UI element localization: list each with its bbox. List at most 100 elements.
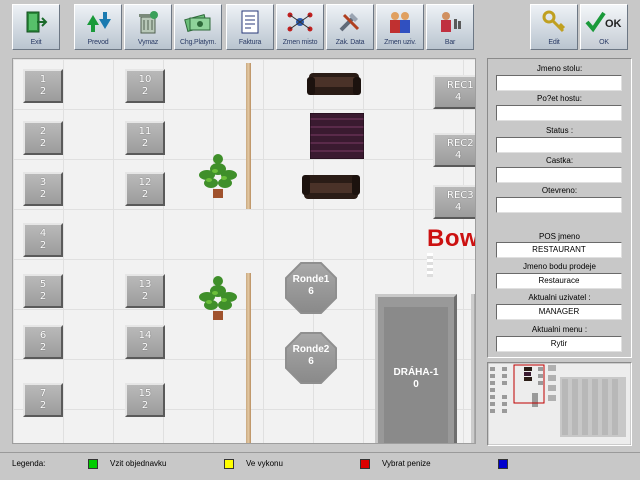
table-name: 3 bbox=[39, 177, 47, 188]
exit-door-icon bbox=[21, 8, 51, 36]
guest-count-field[interactable] bbox=[496, 105, 622, 121]
bar-button[interactable]: Bar bbox=[426, 4, 474, 50]
base-data-button[interactable]: Zak. Data bbox=[326, 4, 374, 50]
exit-button[interactable]: Exit bbox=[12, 4, 60, 50]
table-name: 4 bbox=[39, 228, 47, 239]
table-6[interactable]: 62 bbox=[23, 325, 63, 359]
plant-icon bbox=[197, 273, 239, 323]
table-seats: 2 bbox=[39, 138, 47, 149]
users-icon bbox=[385, 8, 415, 36]
current-user-field[interactable]: MANAGER bbox=[496, 304, 622, 320]
table-name: REC3 bbox=[447, 190, 474, 201]
floor-minimap[interactable] bbox=[487, 362, 632, 446]
table-1[interactable]: 12 bbox=[23, 69, 63, 103]
table-11[interactable]: 11 2 bbox=[125, 121, 165, 155]
legend-item-take-order: Vzit objednavku bbox=[110, 459, 167, 468]
legend-item-in-progress: Ve vykonu bbox=[246, 459, 283, 468]
invoice-button[interactable]: Faktura bbox=[226, 4, 274, 50]
ok-button[interactable]: OK OK bbox=[580, 4, 628, 50]
table-name-label: Jmeno stolu: bbox=[536, 64, 583, 73]
wood-divider bbox=[246, 273, 251, 443]
ok-glyph-text: OK bbox=[605, 18, 622, 30]
wood-divider bbox=[246, 63, 251, 209]
table-13[interactable]: 13 2 bbox=[125, 274, 165, 308]
table-seats: 2 bbox=[141, 86, 149, 97]
round-table-ronde2[interactable]: Ronde2 6 bbox=[285, 332, 337, 384]
current-menu-field[interactable]: Rytir bbox=[496, 336, 622, 352]
table-seats: 2 bbox=[141, 342, 149, 353]
table-name: REC2 bbox=[447, 138, 474, 149]
table-seats: 2 bbox=[141, 291, 149, 302]
table-name: 6 bbox=[39, 330, 47, 341]
table-3[interactable]: 32 bbox=[23, 172, 63, 206]
opened-field[interactable] bbox=[496, 197, 622, 213]
trash-bin-icon bbox=[133, 8, 163, 36]
pos-name-field[interactable]: RESTAURANT bbox=[496, 242, 622, 258]
table-name: 10 bbox=[138, 74, 152, 85]
sofa-icon bbox=[307, 69, 361, 99]
table-name: 2 bbox=[39, 126, 47, 137]
bowling-lane-1[interactable]: DRÁHA-1 0 bbox=[375, 294, 457, 443]
table-15[interactable]: 15 2 bbox=[125, 383, 165, 417]
point-of-sale-label: Jmeno bodu prodeje bbox=[523, 262, 596, 271]
table-name: 5 bbox=[39, 279, 47, 290]
sign-post bbox=[427, 253, 433, 277]
current-menu-label: Aktualni menu : bbox=[531, 325, 588, 334]
transfer-arrows-icon bbox=[83, 8, 113, 36]
table-seats: 2 bbox=[39, 86, 47, 97]
plant-icon bbox=[197, 151, 239, 201]
table-seats: 4 bbox=[455, 150, 462, 161]
table-10[interactable]: 10 2 bbox=[125, 69, 165, 103]
round-table-ronde1[interactable]: Ronde1 6 bbox=[285, 262, 337, 314]
table-5[interactable]: 52 bbox=[23, 274, 63, 308]
lane-seats: 0 bbox=[413, 379, 419, 390]
legend-item-collect-money: Vybrat penize bbox=[382, 459, 431, 468]
rug-icon bbox=[309, 112, 365, 160]
table-7[interactable]: 72 bbox=[23, 383, 63, 417]
edit-button[interactable]: Edit bbox=[530, 4, 578, 50]
transfer-button[interactable]: Prevod bbox=[74, 4, 122, 50]
bar-person-icon bbox=[435, 8, 465, 36]
amount-field[interactable] bbox=[496, 167, 622, 183]
banknotes-icon bbox=[183, 8, 213, 36]
table-14[interactable]: 14 2 bbox=[125, 325, 165, 359]
table-name-field[interactable] bbox=[496, 75, 622, 91]
legend-green-swatch bbox=[88, 459, 98, 469]
status-field[interactable] bbox=[496, 137, 622, 153]
table-name: 11 bbox=[138, 126, 152, 137]
current-user-label: Aktualni uzivatel : bbox=[528, 293, 591, 302]
floor-plan: 12 22 32 42 52 62 72 10 2 11 2 12 2 13 2 14 2… bbox=[12, 58, 476, 444]
lane-name: DRÁHA-1 bbox=[393, 367, 439, 378]
change-place-button[interactable]: Zmen misto bbox=[276, 4, 324, 50]
table-name: 15 bbox=[138, 388, 152, 399]
keys-icon bbox=[539, 8, 569, 36]
table-name: 13 bbox=[138, 279, 152, 290]
table-4[interactable]: 42 bbox=[23, 223, 63, 257]
amount-label: Castka: bbox=[545, 156, 574, 165]
table-rec3[interactable]: REC3 4 bbox=[433, 185, 475, 219]
status-label: Status : bbox=[545, 126, 574, 135]
table-seats: 4 bbox=[455, 202, 462, 213]
point-of-sale-field[interactable]: Restaurace bbox=[496, 273, 622, 289]
legend-title: Legenda: bbox=[12, 459, 46, 468]
bowling-lane-edge bbox=[471, 294, 475, 443]
table-seats: 2 bbox=[141, 400, 149, 411]
legend-yellow-swatch bbox=[224, 459, 234, 469]
table-name: Ronde1 bbox=[292, 274, 330, 285]
legend-bar: Legenda: Vzit objednavku Ve vykonu Vybra… bbox=[0, 452, 640, 480]
table-rec1[interactable]: REC1 4 bbox=[433, 75, 475, 109]
delete-button[interactable]: Vymaz bbox=[124, 4, 172, 50]
invoice-document-icon bbox=[235, 8, 265, 36]
change-user-button[interactable]: Zmen uziv. bbox=[376, 4, 424, 50]
toolbar: Exit Prevod Vymaz Chg.Platym. Faktura Zm… bbox=[0, 0, 640, 54]
table-12[interactable]: 12 2 bbox=[125, 172, 165, 206]
network-nodes-icon bbox=[285, 8, 315, 36]
table-name: Ronde2 bbox=[292, 344, 330, 355]
change-payment-button[interactable]: Chg.Platym. bbox=[174, 4, 222, 50]
table-2[interactable]: 22 bbox=[23, 121, 63, 155]
table-name: REC1 bbox=[447, 80, 474, 91]
table-rec2[interactable]: REC2 4 bbox=[433, 133, 475, 167]
table-seats: 2 bbox=[141, 138, 149, 149]
table-seats: 6 bbox=[308, 356, 314, 367]
legend-red-swatch bbox=[360, 459, 370, 469]
